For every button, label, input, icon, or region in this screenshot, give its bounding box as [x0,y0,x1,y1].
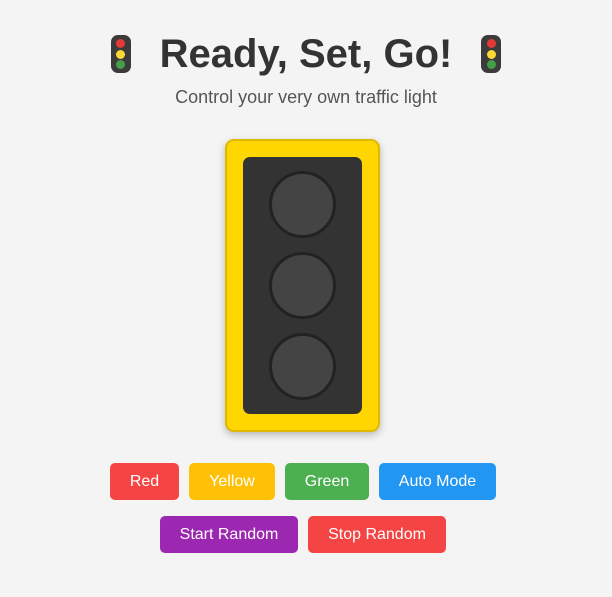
yellow-dot [486,49,496,59]
page-subtitle: Control your very own traffic light [175,87,437,107]
traffic-light-panel [243,157,362,414]
start-random-button[interactable]: Start Random [160,516,298,553]
green-dot [116,60,126,70]
green-button[interactable]: Green [285,463,369,500]
red-lamp [269,171,336,238]
yellow-dot [116,49,126,59]
traffic-light-housing [225,139,380,432]
red-dot [486,38,496,48]
traffic-light-icon [110,35,131,73]
red-dot [116,38,126,48]
yellow-lamp [269,252,336,319]
page-title: Ready, Set, Go! [159,31,453,76]
auto-mode-button[interactable]: Auto Mode [379,463,496,500]
red-button[interactable]: Red [110,463,179,500]
green-dot [486,60,496,70]
stop-random-button[interactable]: Stop Random [308,516,446,553]
yellow-button[interactable]: Yellow [189,463,275,500]
green-lamp [269,333,336,400]
traffic-light-icon [481,35,502,73]
page-header: Ready, Set, Go! [0,30,612,78]
